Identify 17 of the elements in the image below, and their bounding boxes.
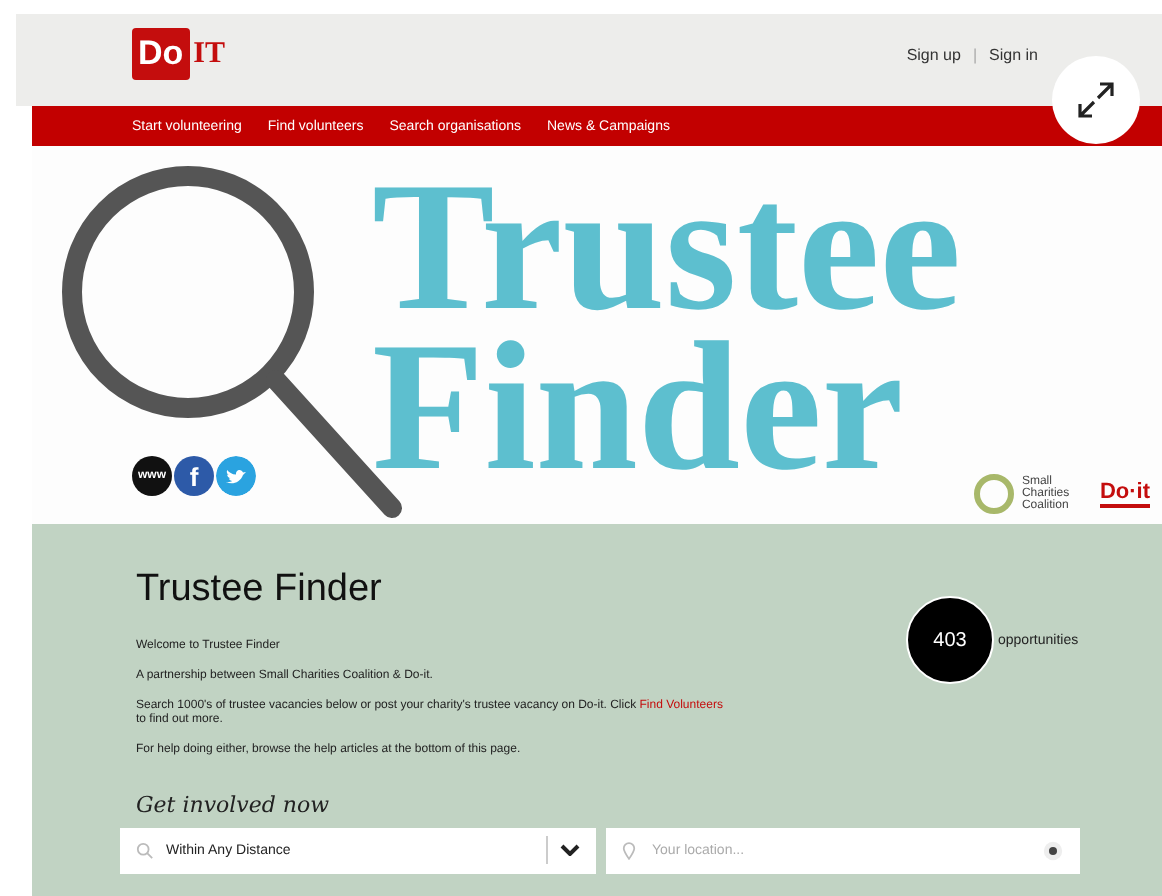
chevron-icon	[560, 844, 580, 857]
separator: |	[972, 45, 978, 63]
bird-icon[interactable]	[216, 456, 256, 496]
account-link[interactable]: Sign in	[989, 45, 1038, 63]
expand-icon	[1076, 80, 1116, 120]
cta-heading: Get involved now	[136, 791, 332, 818]
banner-title: Finder	[372, 326, 904, 486]
facebook-icon[interactable]: f	[174, 456, 214, 496]
pin-icon	[622, 841, 636, 860]
page-heading: Trustee Finder	[136, 568, 384, 612]
count-badge: 403	[906, 596, 994, 684]
partner-logo: Do·it	[1099, 480, 1150, 508]
banner-title: Trustee	[372, 166, 962, 326]
account-link[interactable]: Sign up	[906, 45, 961, 63]
locate-icon[interactable]	[1042, 839, 1064, 862]
search-icon	[136, 841, 154, 860]
ring-icon	[971, 472, 1016, 516]
